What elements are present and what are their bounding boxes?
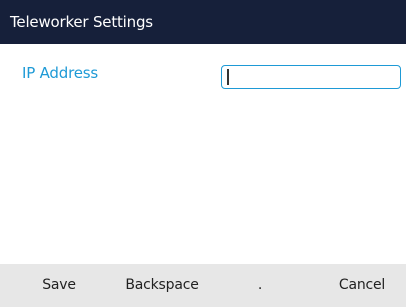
dot-softkey[interactable]: . (250, 264, 270, 307)
backspace-softkey[interactable]: Backspace (112, 264, 212, 307)
screen-title: Teleworker Settings (10, 13, 153, 31)
phone-screen: Teleworker Settings IP Address Save Back… (0, 0, 406, 307)
save-softkey[interactable]: Save (28, 264, 90, 307)
ip-address-input[interactable] (221, 65, 401, 89)
softkey-bar: Save Backspace . Cancel (0, 264, 406, 307)
cancel-softkey[interactable]: Cancel (330, 264, 394, 307)
title-bar: Teleworker Settings (0, 0, 406, 44)
text-cursor (227, 69, 229, 85)
settings-content: IP Address (0, 44, 406, 264)
ip-address-label: IP Address (22, 64, 98, 82)
